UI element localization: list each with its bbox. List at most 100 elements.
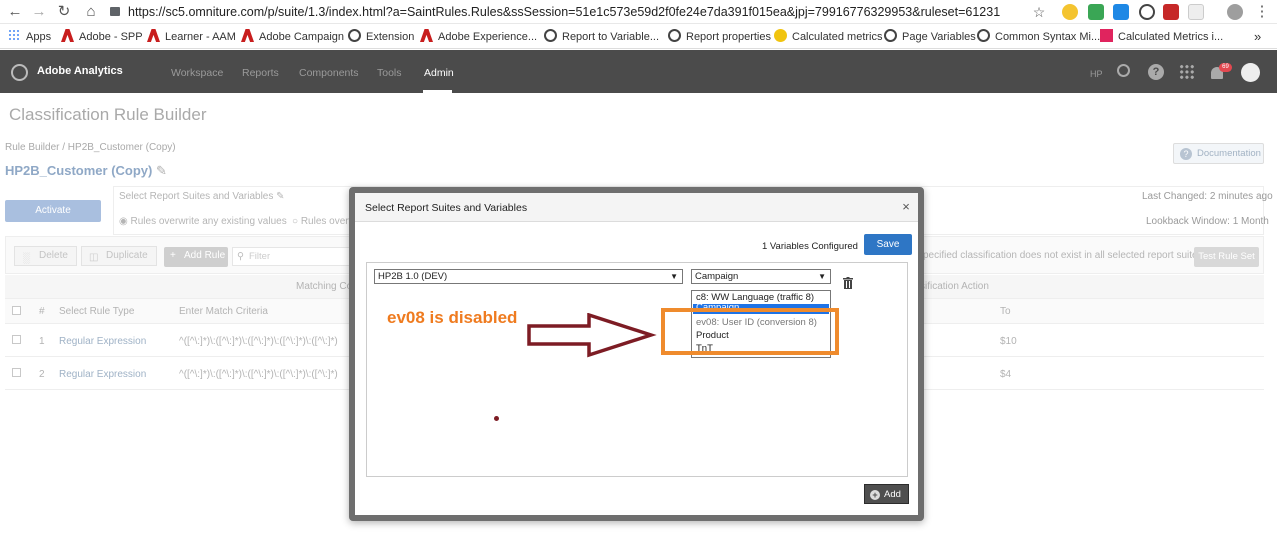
profile-avatar[interactable] (1227, 4, 1243, 20)
variable-select[interactable]: Campaign ▼ (691, 269, 831, 284)
chevron-down-icon: ▼ (670, 272, 678, 281)
address-bar[interactable]: https://sc5.omniture.com/p/suite/1.3/ind… (110, 2, 1050, 22)
col-match-criteria: Enter Match Criteria (179, 306, 268, 317)
col-to: To (1000, 306, 1011, 317)
nav-tools[interactable]: Tools (377, 67, 402, 79)
globe-icon (884, 29, 897, 42)
nav-components[interactable]: Components (299, 67, 359, 79)
test-rule-set-button[interactable]: Test Rule Set (1194, 247, 1259, 267)
bookmark-item[interactable]: Report properties (668, 29, 771, 45)
plus-icon: + (170, 250, 176, 261)
bookmark-item[interactable]: Report to Variable... (544, 29, 659, 45)
bookmark-item[interactable]: Adobe Campaign (241, 29, 344, 45)
row-to[interactable]: $10 (1000, 336, 1017, 347)
row-num: 2 (39, 369, 45, 380)
duplicate-button[interactable]: ◫ Duplicate (81, 246, 157, 266)
search-icon[interactable] (1117, 64, 1130, 77)
help-icon: ? (1180, 148, 1192, 160)
adobe-icon (147, 29, 160, 42)
app-header: Adobe Analytics Workspace Reports Compon… (0, 50, 1277, 93)
filter-input[interactable]: ⚲ Filter (232, 247, 352, 266)
bookmark-item[interactable]: Calculated metrics (774, 29, 882, 45)
back-icon[interactable]: ← (6, 3, 24, 21)
dialog-header: Select Report Suites and Variables × (355, 193, 918, 222)
row-checkbox[interactable] (12, 335, 21, 344)
row-match-criteria[interactable]: ^([^\:]*)\:([^\:]*)\:([^\:]*)\:([^\:]*)\… (179, 369, 349, 380)
help-icon[interactable]: ? (1148, 64, 1164, 80)
col-num: # (39, 306, 45, 317)
extension-icon[interactable] (1139, 4, 1155, 20)
close-icon[interactable]: × (899, 199, 913, 215)
duplicate-icon: ◫ (89, 252, 99, 263)
extension-icon[interactable] (1088, 4, 1104, 20)
apps-grid-icon[interactable] (1179, 64, 1195, 80)
edit-pencil-icon[interactable]: ✎ (156, 163, 167, 178)
activate-button[interactable]: Activate (5, 200, 101, 222)
bookmark-item[interactable]: Adobe Experience... (420, 29, 537, 45)
nav-reports[interactable]: Reports (242, 67, 279, 79)
row-rule-type[interactable]: Regular Expression (59, 336, 146, 347)
globe-icon (668, 29, 681, 42)
adobe-icon (420, 29, 433, 42)
annotation-label: ev08 is disabled (387, 308, 518, 327)
bookmark-item[interactable]: Common Syntax Mi... (977, 29, 1100, 45)
row-to[interactable]: $4 (1000, 369, 1011, 380)
save-button[interactable]: Save (864, 234, 912, 255)
annotation-arrow-icon (527, 313, 657, 358)
extension-icon[interactable] (1188, 4, 1204, 20)
analytics-logo-icon (11, 64, 28, 81)
bookmark-star-icon[interactable]: ☆ (1030, 3, 1048, 21)
plus-icon: + (870, 490, 880, 500)
trash-icon: ░ (23, 253, 31, 264)
report-suite-select[interactable]: HP2B 1.0 (DEV) ▼ (374, 269, 683, 284)
add-rule-button[interactable]: + Add Rule (164, 247, 228, 267)
add-button[interactable]: + Add (864, 484, 909, 504)
url-text: https://sc5.omniture.com/p/suite/1.3/ind… (128, 5, 1001, 19)
lock-icon (110, 7, 120, 16)
cc-icon (774, 29, 787, 42)
extension-icon[interactable] (1062, 4, 1078, 20)
bookmark-item[interactable]: Learner - AAM (147, 29, 236, 45)
variables-configured-count: 1 Variables Configured (762, 241, 858, 252)
bookmark-item[interactable]: Adobe - SPP (61, 29, 143, 45)
breadcrumb[interactable]: Rule Builder / HP2B_Customer (Copy) (5, 142, 176, 153)
annotation-dot (494, 416, 499, 421)
windows-icon[interactable] (1113, 4, 1129, 20)
avatar[interactable] (1241, 63, 1260, 82)
warning-text: specified classification does not exist … (918, 250, 1203, 261)
reload-icon[interactable]: ↻ (55, 3, 73, 21)
last-changed: Last Changed: 2 minutes ago (1142, 191, 1273, 202)
forward-icon[interactable]: → (30, 3, 48, 21)
extension-icon[interactable] (1163, 4, 1179, 20)
search-icon: ⚲ (237, 251, 244, 262)
bookmark-item[interactable]: Calculated Metrics i... (1100, 29, 1223, 45)
adobe-icon (61, 29, 74, 42)
col-rule-type: Select Rule Type (59, 306, 135, 317)
bookmark-item[interactable]: Extension (348, 29, 414, 45)
menu-kebab-icon[interactable]: ⋮ (1253, 3, 1271, 21)
documentation-button[interactable]: ? Documentation (1173, 143, 1264, 164)
report-suite-value: HP2B 1.0 (DEV) (378, 271, 448, 282)
globe-icon (544, 29, 557, 42)
select-all-checkbox[interactable] (12, 306, 21, 315)
bookmark-item[interactable]: Page Variables (884, 29, 976, 45)
nav-workspace[interactable]: Workspace (171, 67, 223, 79)
annotation-highlight-box (661, 308, 839, 355)
row-rule-type[interactable]: Regular Expression (59, 369, 146, 380)
delete-button[interactable]: ░ Delete (14, 246, 77, 266)
user-initials[interactable]: HP (1090, 69, 1103, 79)
bookmark-apps[interactable]: Apps (8, 29, 51, 45)
chevron-down-icon: ▼ (818, 272, 826, 281)
page-title: Classification Rule Builder (9, 105, 207, 124)
select-rs-link[interactable]: Select Report Suites and Variables ✎ (119, 191, 285, 202)
bookmarks-overflow[interactable]: » (1254, 29, 1261, 45)
trash-icon[interactable] (843, 277, 853, 289)
nav-admin[interactable]: Admin (424, 67, 454, 79)
home-icon[interactable]: ⌂ (82, 3, 100, 21)
radio-overwrite-any[interactable]: ◉ Rules overwrite any existing values (119, 216, 287, 227)
apps-icon (8, 29, 21, 42)
row-match-criteria[interactable]: ^([^\:]*)\:([^\:]*)\:([^\:]*)\:([^\:]*)\… (179, 336, 349, 347)
row-checkbox[interactable] (12, 368, 21, 377)
variable-value: Campaign (695, 271, 739, 282)
rule-set-name: HP2B_Customer (Copy) ✎ (5, 163, 167, 179)
